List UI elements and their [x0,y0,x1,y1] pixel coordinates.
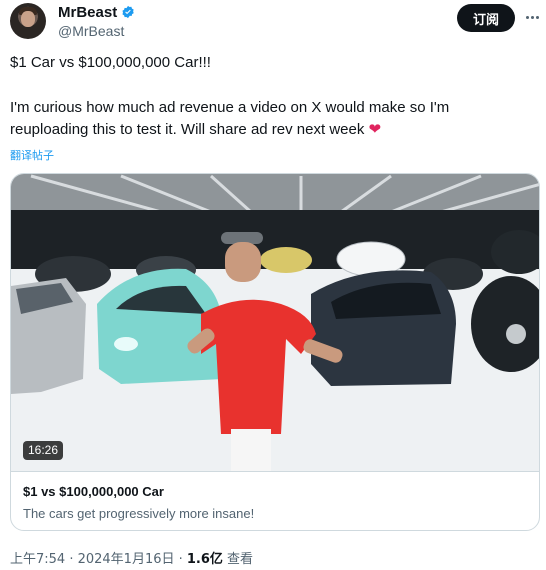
views-label: 查看 [222,552,254,567]
translate-post-link[interactable]: 翻译帖子 [10,147,54,163]
card-title[interactable]: $1 vs $100,000,000 Car [23,484,164,499]
verified-badge-icon [122,5,134,19]
video-player[interactable]: 16:26 [11,174,539,471]
avatar[interactable] [10,3,46,39]
card-description: The cars get progressively more insane! [23,506,255,521]
more-options-icon[interactable] [521,6,543,28]
heart-icon: ❤ [368,121,382,138]
tweet: MrBeast @MrBeast 订阅 $1 Car vs $100,000,0… [0,0,546,570]
post-timestamp[interactable]: 上午7:54 · 2024年1月16日 · [10,552,187,567]
author-name[interactable]: MrBeast [58,4,117,21]
author-handle[interactable]: @MrBeast [58,23,124,39]
video-thumbnail [11,174,539,471]
video-card[interactable]: 16:26 $1 vs $100,000,000 Car The cars ge… [10,173,540,531]
video-duration-badge: 16:26 [23,441,64,460]
card-meta[interactable]: $1 vs $100,000,000 Car The cars get prog… [11,471,539,530]
tweet-body: I'm curious how much ad revenue a video … [10,97,460,141]
tweet-title-line: $1 Car vs $100,000,000 Car!!! [10,54,211,71]
subscribe-button[interactable]: 订阅 [457,4,515,32]
view-count: 1.6亿 [186,552,223,567]
tweet-body-text: I'm curious how much ad revenue a video … [10,99,450,138]
tweet-footer: 上午7:54 · 2024年1月16日 · 1.6亿 查看 [10,548,253,567]
